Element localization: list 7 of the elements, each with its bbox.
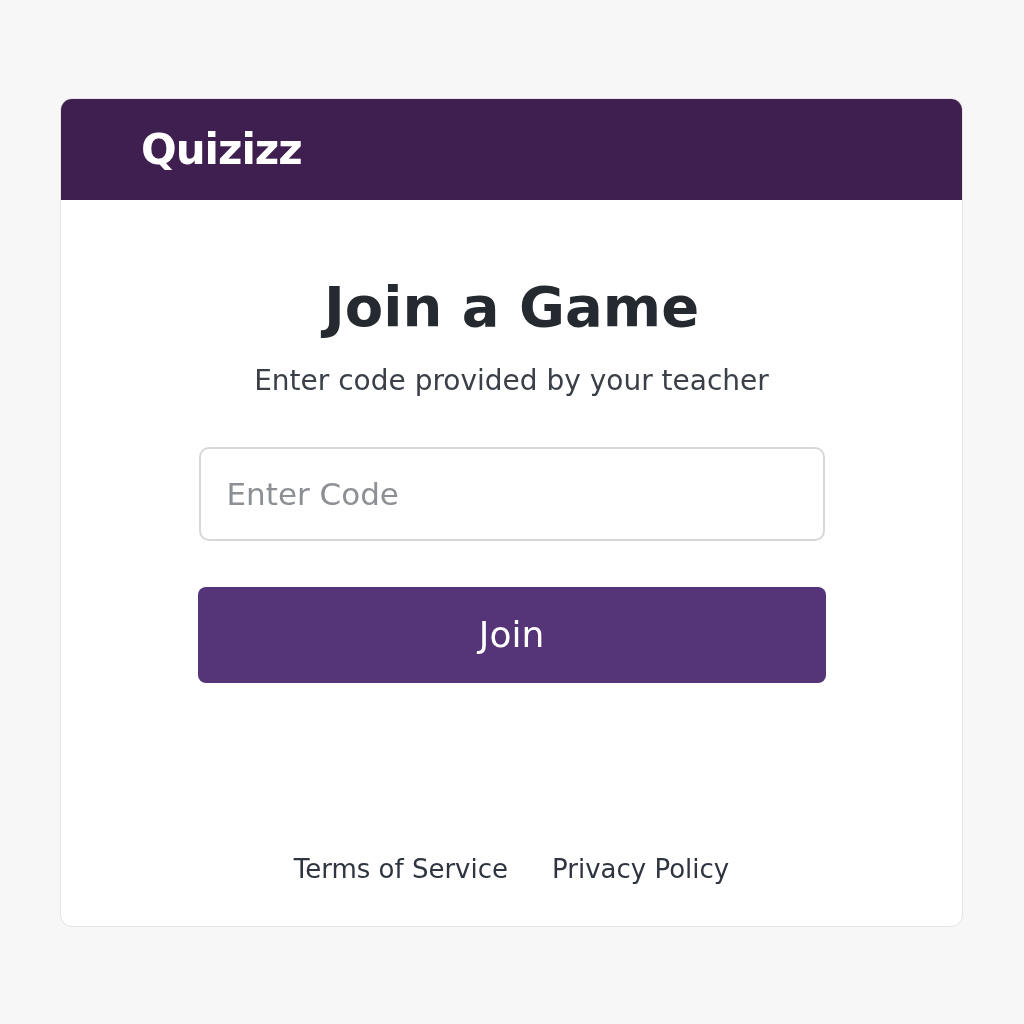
footer-link[interactable]: Privacy Policy <box>552 854 730 884</box>
join-button[interactable]: Join <box>197 586 826 683</box>
page-title: Join a Game <box>323 276 700 338</box>
footer-link[interactable]: Terms of Service <box>293 854 508 884</box>
logo: Quizizz <box>141 125 302 174</box>
subtitle: Enter code provided by your teacher <box>254 363 769 397</box>
code-input-field[interactable]: Enter Code <box>198 446 825 541</box>
